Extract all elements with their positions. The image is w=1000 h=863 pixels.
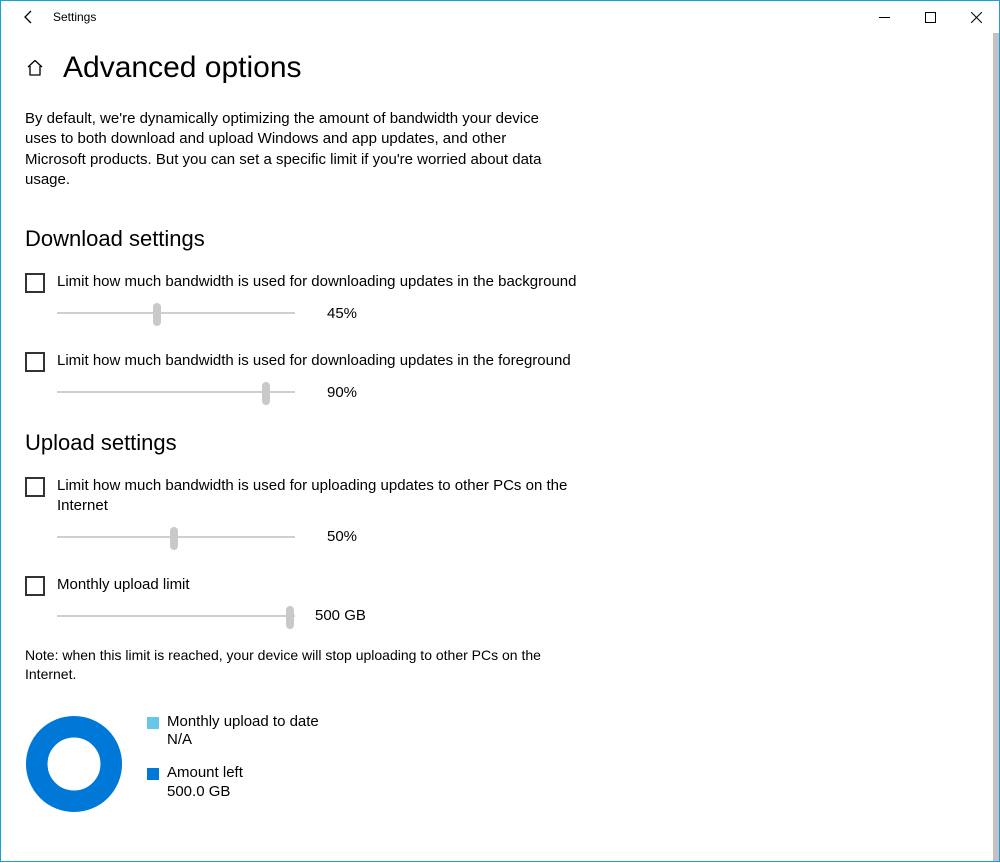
back-button[interactable] [9, 1, 49, 33]
maximize-button[interactable] [907, 1, 953, 33]
window-title: Settings [49, 10, 96, 24]
legend-uploaded: Monthly upload to date N/A [147, 713, 319, 751]
upload-monthly-label: Monthly upload limit [57, 575, 190, 595]
download-fg-value: 90% [327, 384, 387, 401]
titlebar: Settings [1, 1, 999, 33]
download-bg-label: Limit how much bandwidth is used for dow… [57, 272, 577, 292]
upload-note: Note: when this limit is reached, your d… [25, 646, 565, 685]
download-bg-slider[interactable] [57, 303, 295, 323]
content-area: Advanced options By default, we're dynam… [1, 33, 999, 863]
legend-uploaded-label: Monthly upload to date [167, 713, 319, 732]
legend-left-label: Amount left [167, 764, 243, 783]
legend-uploaded-swatch [147, 717, 159, 729]
legend-left-value: 500.0 GB [167, 783, 243, 802]
close-button[interactable] [953, 1, 999, 33]
legend-uploaded-value: N/A [167, 731, 319, 750]
download-fg-checkbox[interactable] [25, 352, 45, 372]
upload-monthly-slider[interactable] [57, 606, 295, 626]
download-bg-checkbox[interactable] [25, 273, 45, 293]
upload-peer-value: 50% [327, 528, 387, 545]
upload-peer-checkbox[interactable] [25, 477, 45, 497]
usage-panel: Monthly upload to date N/A Amount left 5… [25, 713, 975, 816]
upload-monthly-value: 500 GB [315, 607, 375, 624]
download-fg-slider[interactable] [57, 382, 295, 402]
upload-peer-label: Limit how much bandwidth is used for upl… [57, 476, 617, 517]
intro-text: By default, we're dynamically optimizing… [25, 109, 565, 190]
home-icon[interactable] [25, 58, 45, 78]
upload-peer-slider[interactable] [57, 527, 295, 547]
upload-section-title: Upload settings [25, 430, 975, 456]
download-bg-value: 45% [327, 305, 387, 322]
legend-left: Amount left 500.0 GB [147, 764, 319, 802]
download-section-title: Download settings [25, 226, 975, 252]
page-title: Advanced options [63, 51, 302, 85]
legend-left-swatch [147, 768, 159, 780]
usage-donut [25, 715, 123, 813]
download-fg-label: Limit how much bandwidth is used for dow… [57, 351, 571, 371]
upload-monthly-checkbox[interactable] [25, 576, 45, 596]
minimize-button[interactable] [861, 1, 907, 33]
